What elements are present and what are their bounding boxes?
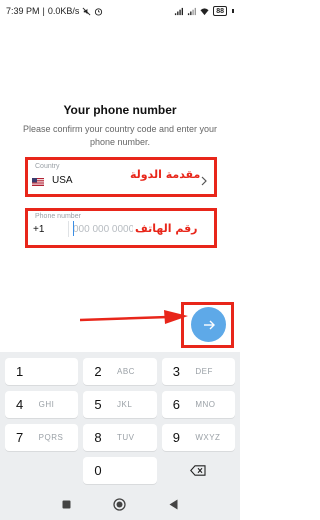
us-flag-icon <box>32 178 44 186</box>
back-button[interactable] <box>166 498 180 512</box>
key-6[interactable]: 6 MNO <box>161 391 235 418</box>
key-3[interactable]: 3 DEF <box>161 358 235 385</box>
square-icon <box>62 500 71 509</box>
next-button[interactable] <box>191 307 226 342</box>
phone-field-label: Phone number <box>34 213 82 220</box>
wifi-icon <box>200 7 209 15</box>
backspace-icon <box>190 465 206 476</box>
phone-annotation: رقم الهاتف <box>135 222 198 235</box>
circle-icon <box>113 498 127 511</box>
key-8[interactable]: 8 TUV <box>83 424 157 451</box>
key-empty <box>5 457 78 484</box>
key-9[interactable]: 9 WXYZ <box>161 424 235 451</box>
signal-icon-2 <box>188 7 197 15</box>
annotation-arrow-icon <box>80 310 188 324</box>
battery-icon: 88 <box>213 6 227 16</box>
page-subtitle: Please confirm your country code and ent… <box>22 124 218 147</box>
key-5[interactable]: 5 JKL <box>83 391 157 418</box>
home-button[interactable] <box>113 498 127 512</box>
mute-icon <box>82 7 91 15</box>
key-0[interactable]: 0 <box>83 457 157 484</box>
arrow-right-icon <box>203 320 215 329</box>
dial-code[interactable]: +1 <box>33 224 44 235</box>
key-7[interactable]: 7 PQRS <box>5 424 79 451</box>
battery-level: 88 <box>216 7 224 15</box>
numeric-keypad: 1 2 ABC 3 DEF 4 GHI 5 JKL 6 MNO 7 PQRS 8 TUV 9W… <box>0 352 240 489</box>
country-field-label: Country <box>34 163 61 170</box>
key-4[interactable]: 4 GHI <box>5 391 79 418</box>
status-network-speed: 0.0KB/s <box>47 6 80 16</box>
system-nav-bar <box>0 489 240 520</box>
status-time: 7:39 PM <box>6 6 40 16</box>
backspace-key[interactable] <box>162 457 235 484</box>
chevron-right-icon[interactable] <box>200 176 208 186</box>
country-annotation: مقدمة الدولة <box>130 168 201 181</box>
signal-icon <box>175 7 184 15</box>
phone-divider <box>68 221 69 237</box>
status-bar: 7:39 PM | 0.0KB/s 88 <box>0 0 240 22</box>
phone-number-input[interactable] <box>73 220 133 238</box>
recents-button[interactable] <box>60 498 74 512</box>
text-caret <box>73 221 74 236</box>
page-title: Your phone number <box>63 103 177 117</box>
back-triangle-icon <box>169 499 178 510</box>
alarm-icon <box>95 7 103 16</box>
key-1[interactable]: 1 <box>5 358 79 385</box>
country-value: USA <box>52 175 73 186</box>
key-2[interactable]: 2 ABC <box>83 358 157 385</box>
